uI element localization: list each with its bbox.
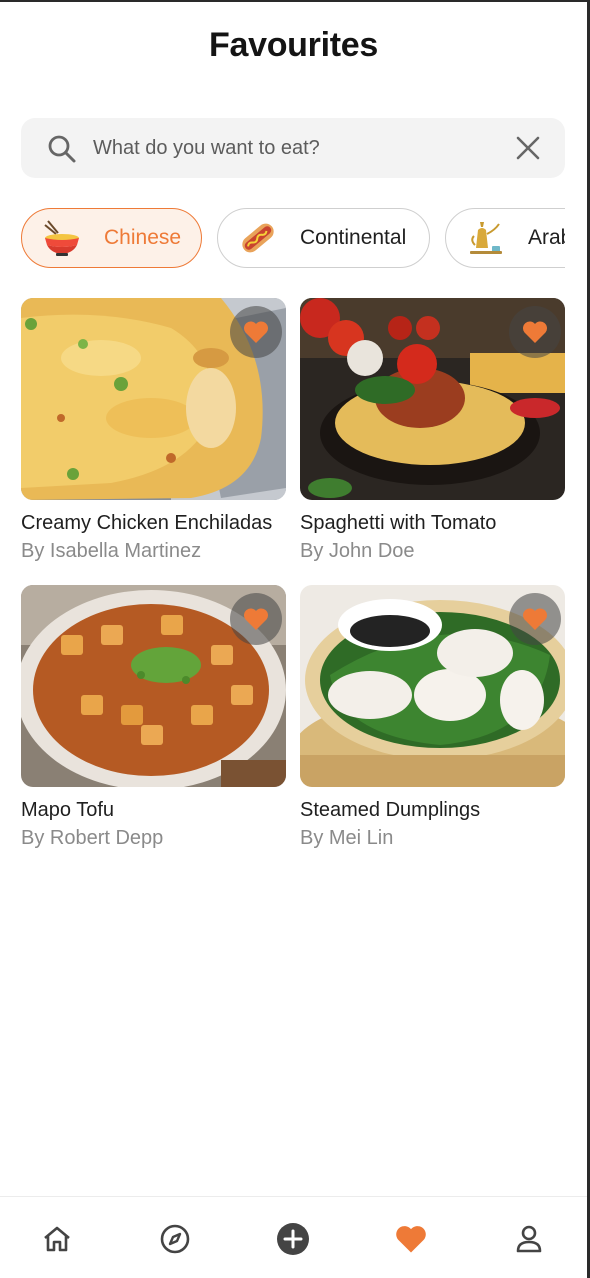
- heart-icon: [522, 608, 548, 630]
- category-label: Chinese: [104, 226, 182, 249]
- hotdog-icon: [242, 223, 274, 253]
- app-screen: Favourites Chinese: [0, 0, 590, 1278]
- nav-home[interactable]: [37, 1219, 77, 1259]
- nav-profile[interactable]: [509, 1219, 549, 1259]
- category-chip-chinese[interactable]: Chinese: [21, 208, 202, 268]
- heart-icon: [396, 1226, 426, 1253]
- category-label: Continental: [300, 226, 407, 249]
- nav-explore[interactable]: [155, 1219, 195, 1259]
- recipe-author: By Robert Depp: [21, 827, 164, 849]
- recipe-name: Spaghetti with Tomato: [300, 512, 497, 534]
- page-title: Favourites: [209, 26, 378, 64]
- favourite-button[interactable]: [509, 593, 561, 645]
- search-input[interactable]: [93, 128, 493, 168]
- heart-icon: [522, 321, 548, 343]
- category-label: Arabic: [528, 226, 565, 249]
- nav-add[interactable]: [273, 1219, 313, 1259]
- category-chip-arabic[interactable]: Arabic: [445, 208, 565, 268]
- compass-icon: [160, 1224, 190, 1254]
- nav-favourites[interactable]: [391, 1219, 431, 1259]
- recipe-author: By Mei Lin: [300, 827, 394, 849]
- recipe-author: By Isabella Martinez: [21, 540, 202, 562]
- heart-icon: [243, 321, 269, 343]
- category-chip-continental[interactable]: Continental: [217, 208, 430, 268]
- category-chips: Chinese Continental Arabic: [21, 208, 565, 268]
- favourite-button[interactable]: [230, 306, 282, 358]
- search-bar[interactable]: [21, 118, 565, 178]
- close-icon[interactable]: [515, 135, 541, 161]
- add-circle-icon: [277, 1223, 309, 1255]
- favourite-button[interactable]: [230, 593, 282, 645]
- dallah-coffee-icon: [470, 222, 502, 254]
- bottom-navigation: [0, 1196, 587, 1278]
- search-icon: [48, 135, 76, 163]
- recipe-name: Steamed Dumplings: [300, 799, 481, 821]
- recipe-author: By John Doe: [300, 540, 415, 562]
- favourite-button[interactable]: [509, 306, 561, 358]
- recipe-name: Mapo Tofu: [21, 799, 115, 821]
- noodle-bowl-icon: [44, 220, 79, 256]
- recipe-name: Creamy Chicken Enchiladas: [21, 512, 273, 534]
- home-icon: [44, 1226, 70, 1252]
- user-icon: [516, 1225, 542, 1253]
- heart-icon: [243, 608, 269, 630]
